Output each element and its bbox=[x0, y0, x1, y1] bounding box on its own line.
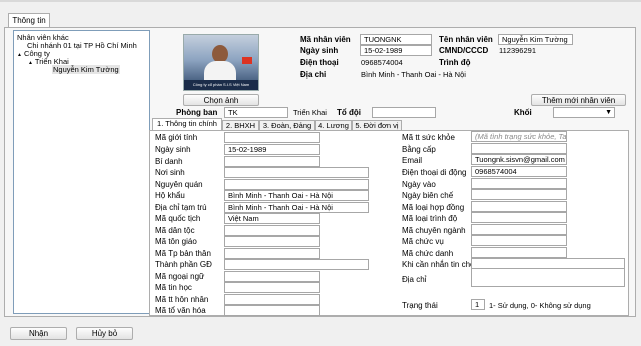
org-tree[interactable]: Nhân viên khác Chi nhánh 01 tại TP Hồ Ch… bbox=[13, 30, 150, 314]
dia-chi-label: Địa chỉ bbox=[300, 70, 327, 79]
ma-tp-ban-than-label: Mã Tp bản thân bbox=[155, 249, 211, 258]
ma-to-van-hoa-field[interactable] bbox=[224, 305, 320, 316]
ma-tt-suc-khoe-label: Mã tt sức khỏe bbox=[402, 133, 455, 142]
ma-loai-trinh-do-field[interactable] bbox=[471, 212, 567, 223]
dien-thoai-value: 0968574004 bbox=[361, 58, 403, 67]
ma-tin-hoc-label: Mã tin học bbox=[155, 283, 192, 292]
ma-chuc-danh-label: Mã chức danh bbox=[402, 249, 454, 258]
thanh-phan-gd-field[interactable] bbox=[224, 259, 369, 270]
cmnd-label: CMND/CCCD bbox=[439, 46, 489, 55]
cancel-button[interactable]: Hủy bỏ bbox=[76, 327, 133, 340]
ma-chuyen-nganh-field[interactable] bbox=[471, 224, 567, 235]
ma-to-van-hoa-label: Mã tổ văn hóa bbox=[155, 306, 206, 315]
ma-nv-label: Mã nhân viên bbox=[300, 35, 351, 44]
dia-chi-lien-he-field[interactable] bbox=[471, 268, 625, 287]
top-border bbox=[0, 0, 641, 2]
ho-khau-field[interactable]: Bình Minh - Thanh Oai - Hà Nội bbox=[224, 190, 369, 201]
dia-chi-tam-tru-label: Địa chỉ tạm trú bbox=[155, 203, 207, 212]
employee-photo: Công ty cổ phần S.I.S Việt Nam bbox=[183, 34, 259, 91]
ma-ton-giao-field[interactable] bbox=[224, 236, 320, 247]
ma-tt-hon-nhan-label: Mã tt hôn nhân bbox=[155, 295, 209, 304]
choose-photo-button[interactable]: Chọn ảnh bbox=[183, 94, 259, 106]
ma-tt-hon-nhan-field[interactable] bbox=[224, 294, 320, 305]
phong-ban-code-field[interactable]: TK bbox=[224, 107, 288, 118]
bi-danh-label: Bí danh bbox=[155, 157, 183, 166]
ma-quoc-tich-field[interactable]: Việt Nam bbox=[224, 213, 320, 224]
ten-nv-field[interactable]: Nguyễn Kim Tường bbox=[498, 34, 573, 45]
phong-ban-name: Triển Khai bbox=[293, 108, 327, 117]
collapse-icon[interactable]: ▲ bbox=[28, 60, 33, 66]
noi-sinh-field[interactable] bbox=[224, 167, 369, 178]
ma-chuc-danh-field[interactable] bbox=[471, 247, 567, 258]
ngay-vao-field[interactable] bbox=[471, 178, 567, 189]
noi-sinh-label: Nơi sinh bbox=[155, 168, 185, 177]
trinh-do-label: Trình độ bbox=[439, 58, 471, 67]
ma-ngoai-ngu-label: Mã ngoại ngữ bbox=[155, 272, 205, 281]
bang-cap-label: Bằng cấp bbox=[402, 145, 436, 154]
ma-tp-ban-than-field[interactable] bbox=[224, 248, 320, 259]
dien-thoai-di-dong-field[interactable]: 0968574004 bbox=[471, 166, 567, 177]
photo-banner: Công ty cổ phần S.I.S Việt Nam bbox=[184, 80, 258, 90]
ma-dan-toc-label: Mã dân tộc bbox=[155, 226, 195, 235]
ma-tt-suc-khoe-field[interactable]: (Mã tình trạng sức khỏe, Ta bbox=[471, 131, 567, 142]
to-doi-label: Tổ đội bbox=[337, 108, 361, 117]
ma-chuyen-nganh-label: Mã chuyên ngành bbox=[402, 226, 466, 235]
ma-loai-trinh-do-label: Mã loại trình độ bbox=[402, 214, 458, 223]
to-doi-field[interactable] bbox=[372, 107, 436, 118]
thanh-phan-gd-label: Thành phần GĐ bbox=[155, 260, 212, 269]
bi-danh-field[interactable] bbox=[224, 156, 320, 167]
ma-tin-hoc-field[interactable] bbox=[224, 282, 320, 293]
trang-thai-label: Trạng thái bbox=[402, 301, 438, 310]
tree-item-nguyen-kim-tuong[interactable]: Nguyễn Kim Tường bbox=[52, 65, 120, 74]
ma-dan-toc-field[interactable] bbox=[224, 225, 320, 236]
ten-nv-label: Tên nhân viên bbox=[439, 35, 493, 44]
collapse-icon[interactable]: ▲ bbox=[17, 52, 22, 58]
dien-thoai-di-dong-label: Điện thoại di động bbox=[402, 168, 467, 177]
ma-gioi-tinh-label: Mã giới tính bbox=[155, 133, 198, 142]
ma-chuc-vu-field[interactable] bbox=[471, 235, 567, 246]
dia-chi-value: Bình Minh - Thanh Oai - Hà Nội bbox=[361, 70, 466, 79]
ma-nv-field[interactable]: TUONGNK bbox=[360, 34, 432, 45]
phong-ban-label: Phòng ban bbox=[176, 108, 218, 117]
tab-thong-tin[interactable]: Thông tin bbox=[8, 13, 50, 28]
nguyen-quan-label: Nguyên quán bbox=[155, 180, 203, 189]
ngay-sinh-field[interactable]: 15-02-1989 bbox=[360, 45, 432, 56]
ma-ton-giao-label: Mã tôn giáo bbox=[155, 237, 197, 246]
ma-gioi-tinh-field[interactable] bbox=[224, 132, 320, 143]
dia-chi-lien-he-label: Địa chỉ bbox=[402, 275, 427, 284]
ho-khau-label: Hộ khẩu bbox=[155, 191, 185, 200]
khoi-label: Khối bbox=[514, 108, 532, 117]
photo-flag bbox=[242, 57, 252, 64]
khoi-select[interactable]: ▼ bbox=[553, 107, 615, 118]
ngay-vao-label: Ngày vào bbox=[402, 180, 436, 189]
dia-chi-tam-tru-field[interactable]: Bình Minh - Thanh Oai - Hà Nội bbox=[224, 202, 369, 213]
trang-thai-field[interactable]: 1 bbox=[471, 299, 485, 310]
ma-loai-hop-dong-field[interactable] bbox=[471, 201, 567, 212]
ok-button[interactable]: Nhận bbox=[10, 327, 67, 340]
nguyen-quan-field[interactable] bbox=[224, 179, 369, 190]
cmnd-value: 112396291 bbox=[499, 46, 536, 55]
ma-loai-hop-dong-label: Mã loại hợp đồng bbox=[402, 203, 465, 212]
add-employee-button[interactable]: Thêm mới nhân viên bbox=[531, 94, 626, 106]
ngay-sinh-form-label: Ngày sinh bbox=[155, 145, 191, 154]
ngay-bien-che-label: Ngày biên chế bbox=[402, 191, 454, 200]
ma-ngoai-ngu-field[interactable] bbox=[224, 271, 320, 282]
ngay-bien-che-field[interactable] bbox=[471, 189, 567, 200]
email-field[interactable]: Tuongnk.sisvn@gmail.com bbox=[471, 154, 567, 165]
ma-quoc-tich-label: Mã quốc tịch bbox=[155, 214, 201, 223]
ma-chuc-vu-label: Mã chức vụ bbox=[402, 237, 444, 246]
dien-thoai-label: Điện thoại bbox=[300, 58, 339, 67]
bang-cap-field[interactable] bbox=[471, 143, 567, 154]
ngay-sinh-form-field[interactable]: 15-02-1989 bbox=[224, 144, 320, 155]
ngay-sinh-label: Ngày sinh bbox=[300, 46, 339, 55]
trang-thai-hint: 1- Sử dụng, 0- Không sử dụng bbox=[489, 301, 591, 310]
khi-can-nhan-tin-label: Khi cần nhắn tin cho bbox=[402, 260, 475, 269]
email-label: Email bbox=[402, 156, 423, 165]
photo-person-body bbox=[204, 61, 236, 81]
chevron-down-icon[interactable]: ▼ bbox=[605, 109, 612, 117]
